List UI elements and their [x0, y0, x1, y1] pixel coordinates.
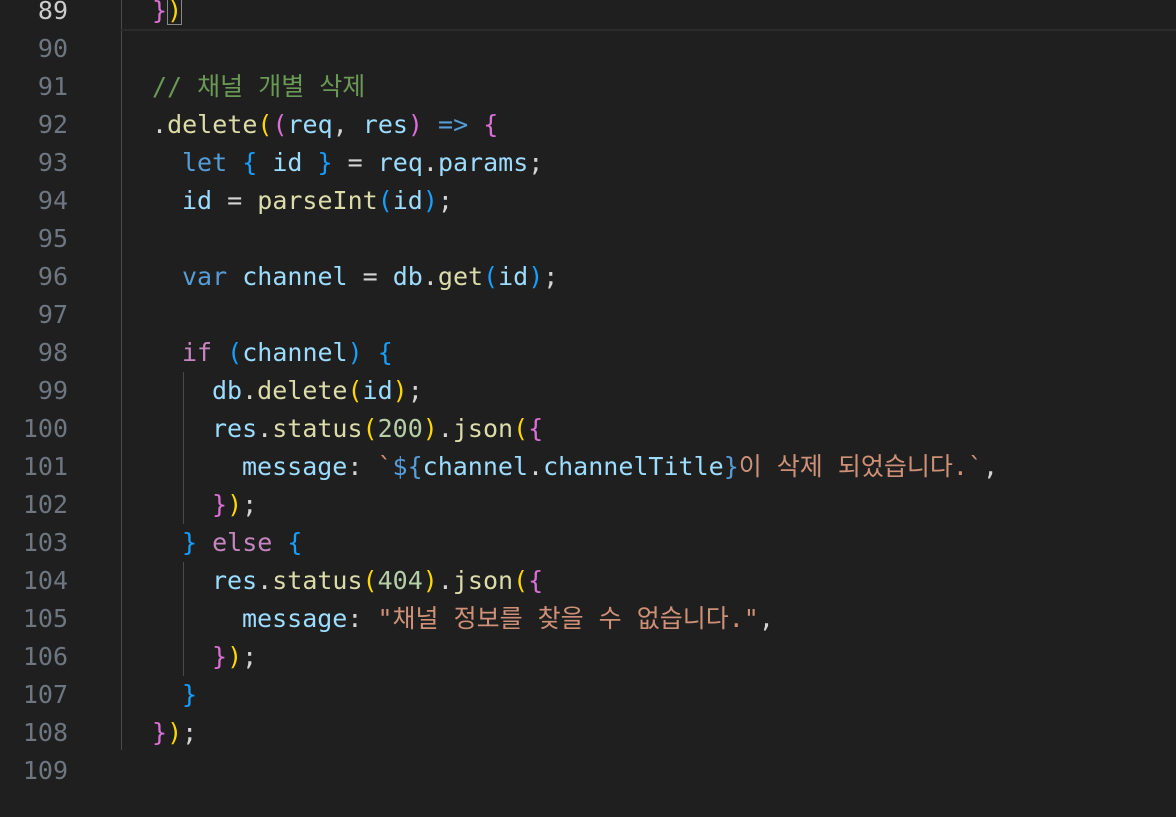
- code-text[interactable]: let { id } = req.params;: [182, 144, 543, 182]
- line-number: 89: [37, 0, 68, 25]
- line-number: 97: [37, 300, 68, 329]
- line-number: 95: [37, 224, 68, 253]
- code-line[interactable]: 100 res.status(200).json({: [0, 410, 1176, 448]
- code-line[interactable]: 94 id = parseInt(id);: [0, 182, 1176, 220]
- code-line[interactable]: 102 });: [0, 486, 1176, 524]
- code-comment[interactable]: // 채널 개별 삭제: [152, 68, 365, 106]
- code-line[interactable]: 108 });: [0, 714, 1176, 752]
- code-line[interactable]: 98 if (channel) {: [0, 334, 1176, 372]
- code-line[interactable]: 89 }): [0, 0, 1176, 31]
- code-text[interactable]: id = parseInt(id);: [182, 182, 453, 220]
- line-number: 104: [22, 566, 68, 595]
- line-number: 92: [37, 110, 68, 139]
- code-line[interactable]: 93 let { id } = req.params;: [0, 144, 1176, 182]
- line-number: 93: [37, 148, 68, 177]
- line-number: 107: [22, 680, 68, 709]
- line-number: 103: [22, 528, 68, 557]
- code-line[interactable]: 109: [0, 752, 1176, 790]
- line-number: 91: [37, 72, 68, 101]
- code-text[interactable]: res.status(200).json({: [212, 410, 543, 448]
- line-number: 105: [22, 604, 68, 633]
- code-text[interactable]: });: [212, 638, 257, 676]
- line-number: 100: [22, 414, 68, 443]
- code-text[interactable]: });: [212, 486, 257, 524]
- code-line[interactable]: 91 // 채널 개별 삭제: [0, 68, 1176, 106]
- code-text[interactable]: res.status(404).json({: [212, 562, 543, 600]
- line-number: 109: [22, 756, 68, 785]
- code-line[interactable]: 106 });: [0, 638, 1176, 676]
- code-line[interactable]: 105 message: "채널 정보를 찾을 수 없습니다.",: [0, 600, 1176, 638]
- code-text[interactable]: });: [152, 714, 197, 752]
- code-text[interactable]: if (channel) {: [182, 334, 393, 372]
- line-number: 101: [22, 452, 68, 481]
- code-text[interactable]: message: "채널 정보를 찾을 수 없습니다.",: [242, 600, 774, 638]
- code-line[interactable]: 103 } else {: [0, 524, 1176, 562]
- line-number: 102: [22, 490, 68, 519]
- code-text[interactable]: }): [152, 0, 183, 30]
- code-text[interactable]: }: [182, 676, 197, 714]
- line-number: 99: [37, 376, 68, 405]
- code-line[interactable]: 104 res.status(404).json({: [0, 562, 1176, 600]
- code-line[interactable]: 95: [0, 220, 1176, 258]
- code-line[interactable]: 92 .delete((req, res) => {: [0, 106, 1176, 144]
- code-line[interactable]: 107 }: [0, 676, 1176, 714]
- code-line[interactable]: 99 db.delete(id);: [0, 372, 1176, 410]
- line-number: 108: [22, 718, 68, 747]
- code-line[interactable]: 101 message: `${channel.channelTitle}이 삭…: [0, 448, 1176, 486]
- code-line[interactable]: 97: [0, 296, 1176, 334]
- code-line[interactable]: 90: [0, 30, 1176, 68]
- code-text[interactable]: message: `${channel.channelTitle}이 삭제 되었…: [242, 448, 998, 486]
- line-number: 94: [37, 186, 68, 215]
- code-text[interactable]: } else {: [182, 524, 302, 562]
- line-number: 90: [37, 34, 68, 63]
- line-number: 96: [37, 262, 68, 291]
- code-text[interactable]: .delete((req, res) => {: [152, 106, 498, 144]
- code-text[interactable]: var channel = db.get(id);: [182, 258, 558, 296]
- code-line[interactable]: 96 var channel = db.get(id);: [0, 258, 1176, 296]
- line-number: 98: [37, 338, 68, 367]
- line-number: 106: [22, 642, 68, 671]
- code-editor[interactable]: 89 }) 90 91 // 채널 개별 삭제 92 .delete((req,…: [0, 0, 1176, 817]
- code-text[interactable]: db.delete(id);: [212, 372, 423, 410]
